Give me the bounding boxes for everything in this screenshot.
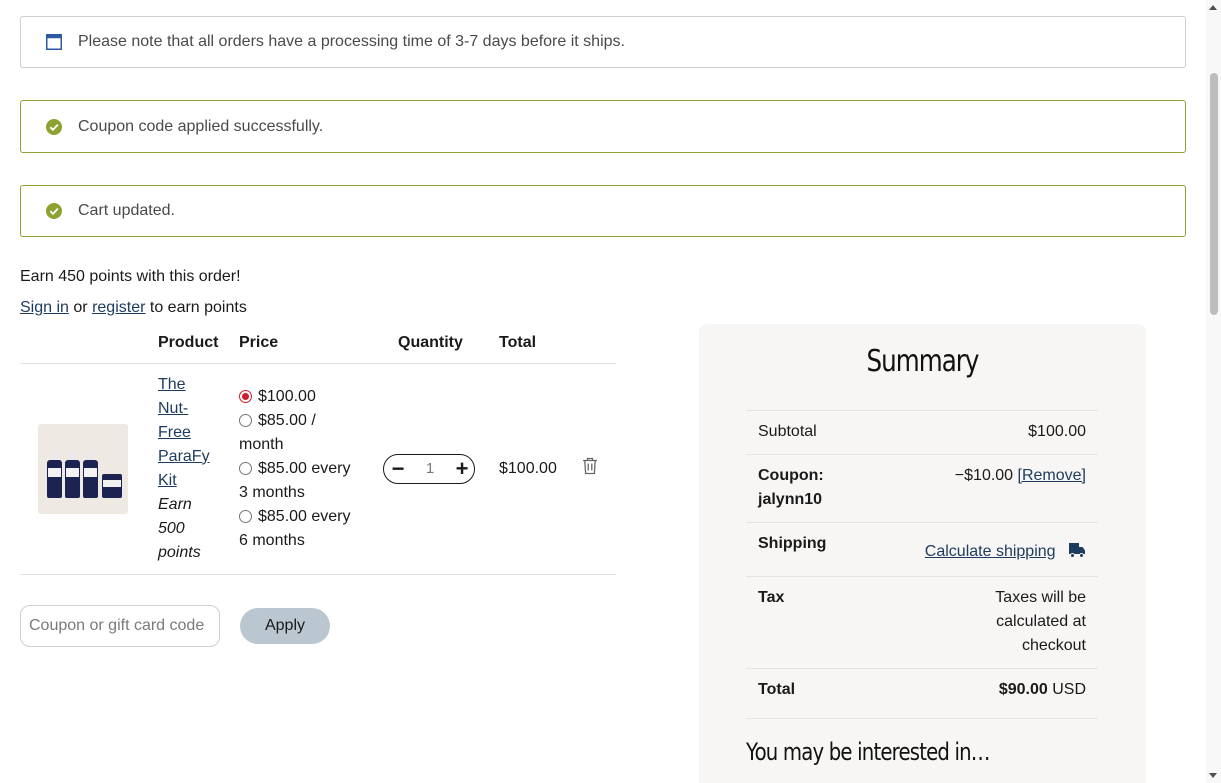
coupon-applied-text: Coupon code applied successfully. <box>78 117 324 135</box>
calculate-shipping-link[interactable]: Calculate shipping <box>925 543 1056 560</box>
item-total-cell: $100.00 <box>499 363 582 575</box>
trash-icon[interactable] <box>582 457 598 480</box>
or-text: or <box>73 299 88 316</box>
summary-shipping-row: Shipping Calculate shipping <box>746 522 1098 577</box>
coupon-label: Coupon: <box>758 467 824 484</box>
price-option-monthly[interactable]: $85.00 / month <box>239 409 357 457</box>
price-options-cell: $100.00 $85.00 / month $85.00 every 3 mo… <box>239 363 380 575</box>
total-value-cell: $90.00 USD <box>826 668 1098 719</box>
shipping-label: Shipping <box>746 522 827 577</box>
processing-notice-text: Please note that all orders have a proce… <box>78 33 625 50</box>
coupon-value-cell: −$10.00 [Remove] <box>826 454 1098 523</box>
summary-tax-row: Tax Taxes will be calculated at checkout <box>746 576 1098 669</box>
image-column-header <box>20 324 158 364</box>
cart-header-row: Product Price Quantity Total <box>20 324 616 364</box>
remove-cell <box>582 363 616 575</box>
quantity-column-header: Quantity <box>380 324 499 364</box>
scrollbar-thumb[interactable] <box>1210 73 1218 315</box>
coupon-label-cell: Coupon: jalynn10 <box>746 454 827 523</box>
check-circle-icon <box>45 118 63 136</box>
shipping-value-cell: Calculate shipping <box>826 522 1098 577</box>
sign-in-link[interactable]: Sign in <box>20 299 69 316</box>
total-currency: USD <box>1052 681 1086 698</box>
interested-heading: You may be interested in… <box>746 738 990 766</box>
subtotal-value: $100.00 <box>826 410 1098 455</box>
coupon-code: jalynn10 <box>758 491 823 508</box>
cart-item-row: The Nut-Free ParaFy Kit Earn 500 points … <box>20 363 616 575</box>
order-summary-panel: Summary Subtotal $100.00 Coupon: jalynn1… <box>699 324 1146 783</box>
register-link[interactable]: register <box>92 299 145 316</box>
radio-icon[interactable] <box>239 509 252 523</box>
summary-subtotal-row: Subtotal $100.00 <box>746 410 1098 455</box>
product-image-cell <box>20 363 158 575</box>
product-name-cell: The Nut-Free ParaFy Kit Earn 500 points <box>158 363 239 575</box>
truck-icon[interactable] <box>1068 542 1086 566</box>
radio-icon[interactable] <box>239 413 252 427</box>
price-option-3-months[interactable]: $85.00 every 3 months <box>239 457 357 505</box>
page-scrollbar[interactable] <box>1206 0 1221 783</box>
quantity-value[interactable]: 1 <box>426 460 434 477</box>
product-thumbnail[interactable] <box>38 423 128 514</box>
processing-notice: Please note that all orders have a proce… <box>20 16 1186 68</box>
tax-value: Taxes will be calculated at checkout <box>826 576 1098 669</box>
price-column-header: Price <box>239 324 380 364</box>
coupon-code-input[interactable] <box>20 605 220 647</box>
cart-table: Product Price Quantity Total The Nut-Fre… <box>20 324 616 575</box>
radio-selected-icon[interactable] <box>239 389 252 403</box>
remove-coupon-link[interactable]: [Remove] <box>1018 467 1086 484</box>
radio-icon[interactable] <box>239 461 252 475</box>
total-column-header: Total <box>499 324 582 364</box>
cart-updated-notice: Cart updated. <box>20 185 1186 237</box>
quantity-cell: − 1 + <box>380 363 499 575</box>
coupon-applied-notice: Coupon code applied successfully. <box>20 100 1186 153</box>
total-value: $90.00 <box>998 681 1048 698</box>
product-name-link[interactable]: The Nut-Free ParaFy Kit <box>158 376 210 489</box>
check-circle-icon <box>45 202 63 220</box>
summary-total-row: Total $90.00 USD <box>746 668 1098 719</box>
scroll-up-icon[interactable] <box>1209 5 1217 10</box>
scroll-down-icon[interactable] <box>1209 773 1217 778</box>
summary-coupon-row: Coupon: jalynn10 −$10.00 [Remove] <box>746 454 1098 523</box>
summary-title: Summary <box>866 344 979 379</box>
apply-coupon-button[interactable]: Apply <box>240 608 330 644</box>
coupon-discount-value: −$10.00 <box>954 467 1014 484</box>
calendar-icon <box>45 33 63 51</box>
summary-table: Subtotal $100.00 Coupon: jalynn10 −$10.0… <box>746 410 1098 719</box>
subtotal-label: Subtotal <box>746 410 827 455</box>
total-label: Total <box>746 668 827 719</box>
quantity-stepper[interactable]: − 1 + <box>383 453 475 484</box>
tax-label: Tax <box>746 576 827 669</box>
product-earn-points: Earn 500 points <box>158 495 201 561</box>
minus-icon[interactable]: − <box>390 457 406 480</box>
price-option-6-months[interactable]: $85.00 every 6 months <box>239 505 357 553</box>
product-column-header: Product <box>158 324 239 364</box>
cart-updated-text: Cart updated. <box>78 202 175 219</box>
points-earn-message: Earn 450 points with this order! <box>20 268 241 285</box>
earn-points-suffix: to earn points <box>149 299 247 316</box>
remove-column-header <box>582 324 616 364</box>
plus-icon[interactable]: + <box>454 457 470 480</box>
points-signin-line: Sign in or register to earn points <box>20 299 247 317</box>
price-option-one-time[interactable]: $100.00 <box>239 385 357 409</box>
